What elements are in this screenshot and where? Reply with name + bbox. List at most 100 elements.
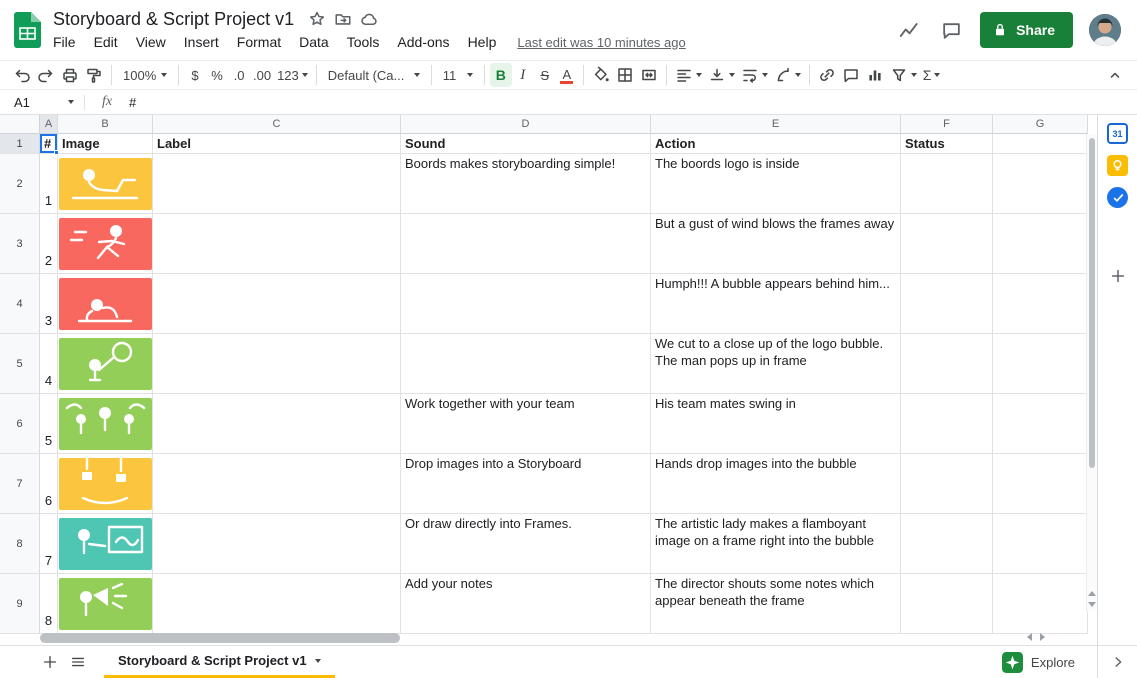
cell-B5[interactable] (58, 334, 153, 394)
row-header-5[interactable]: 5 (0, 334, 40, 394)
cell-B1[interactable]: Image (58, 134, 153, 154)
column-header-E[interactable]: E (651, 115, 901, 134)
cell-G8[interactable] (993, 514, 1088, 574)
cell-A5[interactable]: 4 (40, 334, 58, 394)
vertical-scroll-arrows[interactable] (1087, 591, 1097, 607)
cell-F4[interactable] (901, 274, 993, 334)
cell-C5[interactable] (153, 334, 401, 394)
star-icon[interactable] (304, 8, 330, 30)
font-size-select[interactable]: 11 (437, 63, 479, 87)
cell-A8[interactable]: 7 (40, 514, 58, 574)
cell-D2[interactable]: Boords makes storyboarding simple! (401, 154, 651, 214)
vertical-align-button[interactable] (705, 63, 738, 87)
cell-D3[interactable] (401, 214, 651, 274)
insert-comment-button[interactable] (839, 63, 863, 87)
doc-title[interactable]: Storyboard & Script Project v1 (53, 9, 294, 30)
fill-color-button[interactable] (589, 63, 613, 87)
more-formats-button[interactable]: 123 (274, 63, 311, 87)
cell-G1[interactable] (993, 134, 1088, 154)
cell-F6[interactable] (901, 394, 993, 454)
tasks-icon[interactable] (1107, 187, 1128, 208)
borders-button[interactable] (613, 63, 637, 87)
cell-D4[interactable] (401, 274, 651, 334)
cell-A4[interactable]: 3 (40, 274, 58, 334)
menu-insert[interactable]: Insert (175, 34, 228, 50)
cell-A2[interactable]: 1 (40, 154, 58, 214)
row-header-4[interactable]: 4 (0, 274, 40, 334)
add-sheet-button[interactable] (36, 648, 64, 676)
cell-B6[interactable] (58, 394, 153, 454)
cell-G5[interactable] (993, 334, 1088, 394)
cell-C1[interactable]: Label (153, 134, 401, 154)
font-select[interactable]: Default (Ca... (322, 63, 426, 87)
cell-G2[interactable] (993, 154, 1088, 214)
cell-E4[interactable]: Humph!!! A bubble appears behind him... (651, 274, 901, 334)
cell-E9[interactable]: The director shouts some notes which app… (651, 574, 901, 634)
column-header-G[interactable]: G (993, 115, 1088, 134)
cell-C4[interactable] (153, 274, 401, 334)
cell-C3[interactable] (153, 214, 401, 274)
formula-input[interactable]: # (129, 95, 1137, 110)
cell-D9[interactable]: Add your notes (401, 574, 651, 634)
sheet-tab[interactable]: Storyboard & Script Project v1 (104, 646, 335, 678)
scroll-up-icon[interactable] (1088, 591, 1096, 596)
calendar-icon[interactable]: 31 (1107, 123, 1128, 144)
bold-button[interactable]: B (489, 63, 512, 87)
cell-F1[interactable]: Status (901, 134, 993, 154)
fill-handle[interactable] (54, 150, 59, 155)
collapse-side-panel-chevron[interactable] (1098, 645, 1137, 678)
scroll-right-icon[interactable] (1040, 633, 1045, 641)
scroll-left-icon[interactable] (1027, 633, 1032, 641)
cell-C2[interactable] (153, 154, 401, 214)
menu-help[interactable]: Help (459, 34, 506, 50)
avatar[interactable] (1089, 14, 1121, 46)
row-header-2[interactable]: 2 (0, 154, 40, 214)
row-header-1[interactable]: 1 (0, 134, 40, 154)
text-color-button[interactable]: A (556, 63, 578, 87)
functions-button[interactable]: Σ (920, 63, 944, 87)
merge-cells-button[interactable] (637, 63, 661, 87)
cell-F8[interactable] (901, 514, 993, 574)
cell-E2[interactable]: The boords logo is inside (651, 154, 901, 214)
cell-E3[interactable]: But a gust of wind blows the frames away (651, 214, 901, 274)
cell-A7[interactable]: 6 (40, 454, 58, 514)
move-folder-icon[interactable] (330, 8, 356, 30)
cell-F9[interactable] (901, 574, 993, 634)
row-header-3[interactable]: 3 (0, 214, 40, 274)
horizontal-scroll-arrows[interactable] (1027, 633, 1045, 641)
menu-tools[interactable]: Tools (338, 34, 389, 50)
text-wrap-button[interactable] (738, 63, 771, 87)
cell-D7[interactable]: Drop images into a Storyboard (401, 454, 651, 514)
column-header-A[interactable]: A (40, 115, 58, 134)
paint-format-button[interactable] (82, 63, 106, 87)
zoom-select[interactable]: 100% (117, 63, 173, 87)
cell-F2[interactable] (901, 154, 993, 214)
cell-D5[interactable] (401, 334, 651, 394)
cell-G9[interactable] (993, 574, 1088, 634)
cell-G6[interactable] (993, 394, 1088, 454)
italic-button[interactable]: I (512, 63, 534, 87)
horizontal-scrollbar[interactable] (40, 633, 1009, 643)
doc-status-cloud-icon[interactable] (356, 8, 382, 30)
row-header-7[interactable]: 7 (0, 454, 40, 514)
name-box[interactable]: A1 (0, 90, 84, 114)
horizontal-scrollbar-thumb[interactable] (40, 633, 400, 643)
menu-edit[interactable]: Edit (85, 34, 127, 50)
print-button[interactable] (58, 63, 82, 87)
explore-button[interactable]: Explore (994, 648, 1083, 677)
cell-E1[interactable]: Action (651, 134, 901, 154)
scroll-down-icon[interactable] (1088, 602, 1096, 607)
keep-icon[interactable] (1107, 155, 1128, 176)
cell-C8[interactable] (153, 514, 401, 574)
cell-G7[interactable] (993, 454, 1088, 514)
format-currency-button[interactable]: $ (184, 63, 206, 87)
cell-F7[interactable] (901, 454, 993, 514)
cell-G3[interactable] (993, 214, 1088, 274)
insert-link-button[interactable] (815, 63, 839, 87)
cell-B2[interactable] (58, 154, 153, 214)
all-sheets-button[interactable] (64, 648, 92, 676)
sheets-logo[interactable] (14, 12, 41, 48)
undo-button[interactable] (10, 63, 34, 87)
menu-addons[interactable]: Add-ons (388, 34, 458, 50)
cell-G4[interactable] (993, 274, 1088, 334)
